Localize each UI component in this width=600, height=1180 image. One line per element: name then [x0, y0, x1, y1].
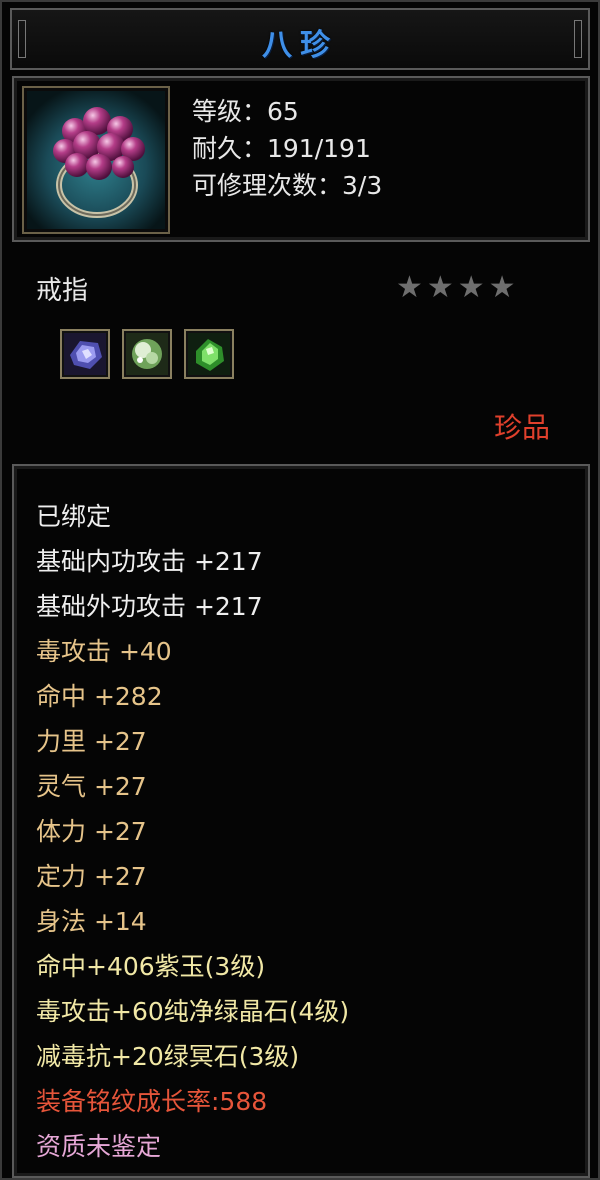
- quality-label: 珍品: [493, 411, 550, 444]
- attribute-line: 装备铭纹成长率:588: [36, 1087, 268, 1116]
- purple-gem-icon: [64, 333, 106, 375]
- gem-slot-2[interactable]: [122, 329, 172, 379]
- attribute-line: 减毒抗+20绿冥石(3级): [36, 1042, 300, 1071]
- attribute-line: 体力 +27: [36, 817, 147, 846]
- gem-slot-3[interactable]: [184, 329, 234, 379]
- attribute-line: 命中 +282: [36, 682, 163, 711]
- ring-icon: [27, 91, 165, 229]
- attribute-line: 已绑定: [36, 502, 112, 531]
- item-type: 戒指: [36, 276, 89, 306]
- attribute-line: 力里 +27: [36, 727, 147, 756]
- attribute-line: 命中+406紫玉(3级): [36, 952, 266, 981]
- item-icon-frame: [22, 86, 170, 234]
- gem-slot-1[interactable]: [60, 329, 110, 379]
- item-name: 八珍: [262, 28, 338, 63]
- item-repair-count: 可修理次数：3/3: [192, 171, 383, 200]
- item-durability: 耐久：191/191: [192, 134, 371, 163]
- attribute-line: 基础外功攻击 +217: [36, 592, 263, 621]
- attribute-line: 毒攻击 +40: [36, 637, 172, 666]
- white-green-gem-icon: [126, 333, 168, 375]
- attribute-line: 基础内功攻击 +217: [36, 547, 263, 576]
- attribute-line: 身法 +14: [36, 907, 147, 936]
- attribute-line: 资质未鉴定: [36, 1132, 162, 1161]
- attribute-line: 毒攻击+60纯净绿晶石(4级): [36, 997, 350, 1026]
- title-bar: 八珍: [10, 8, 590, 70]
- item-tooltip: 八珍 等级：65 耐久：191/191 可修理次数：3/3 戒指 ★★★★ 珍品…: [0, 0, 600, 1180]
- green-gem-icon: [188, 333, 230, 375]
- item-level: 等级：65: [192, 97, 299, 126]
- attribute-line: 灵气 +27: [36, 772, 147, 801]
- attribute-line: 定力 +27: [36, 862, 147, 891]
- star-rating: ★★★★: [396, 270, 520, 305]
